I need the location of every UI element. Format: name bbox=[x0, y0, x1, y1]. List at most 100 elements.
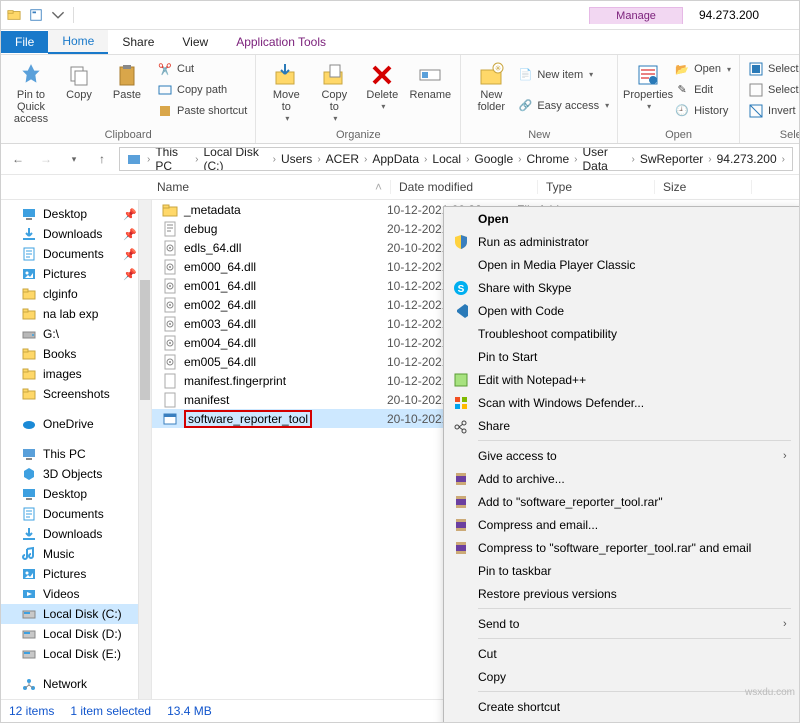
nav-item[interactable]: Downloads bbox=[1, 524, 151, 544]
nav-item[interactable]: clginfo bbox=[1, 284, 151, 304]
nav-scrollbar[interactable] bbox=[138, 200, 151, 705]
selectall-button[interactable]: Select all bbox=[746, 60, 800, 78]
column-headers[interactable]: Name ˄ Date modified Type Size bbox=[1, 175, 799, 200]
nav-item[interactable]: Music bbox=[1, 544, 151, 564]
context-item[interactable]: Send to› bbox=[444, 612, 799, 635]
nav-recent-button[interactable]: ▾ bbox=[63, 148, 85, 170]
qat-properties-icon[interactable] bbox=[29, 8, 43, 22]
context-item[interactable]: Edit with Notepad++ bbox=[444, 368, 799, 391]
nav-forward-button[interactable]: → bbox=[35, 148, 57, 170]
tab-home[interactable]: Home bbox=[48, 30, 108, 54]
tab-share[interactable]: Share bbox=[108, 31, 168, 53]
nav-scrollbar-thumb[interactable] bbox=[140, 280, 150, 400]
breadcrumb-seg[interactable]: Local Disk (C:) bbox=[201, 147, 269, 171]
context-item[interactable]: Copy bbox=[444, 665, 799, 688]
nav-back-button[interactable]: ← bbox=[7, 148, 29, 170]
context-item[interactable]: Share bbox=[444, 414, 799, 437]
context-item[interactable]: Compress and email... bbox=[444, 513, 799, 536]
newfolder-button[interactable]: ✳New folder bbox=[467, 57, 515, 113]
nav-item[interactable]: Local Disk (D:) bbox=[1, 624, 151, 644]
nav-item[interactable]: Local Disk (E:) bbox=[1, 644, 151, 664]
copypath-button[interactable]: Copy path bbox=[155, 81, 249, 99]
cut-button[interactable]: ✂️Cut bbox=[155, 60, 249, 78]
context-item[interactable]: Open bbox=[444, 207, 799, 230]
breadcrumb-seg[interactable]: 94.273.200 bbox=[715, 152, 779, 166]
nav-item[interactable]: OneDrive bbox=[1, 414, 151, 434]
copy-button[interactable]: Copy bbox=[55, 57, 103, 101]
nav-item[interactable]: Videos bbox=[1, 584, 151, 604]
newitem-button[interactable]: 📄New item▾ bbox=[515, 66, 611, 84]
pasteshortcut-button[interactable]: Paste shortcut bbox=[155, 102, 249, 120]
context-item[interactable]: Restore previous versions bbox=[444, 582, 799, 605]
context-item[interactable]: Run as administrator bbox=[444, 230, 799, 253]
nav-item[interactable]: Downloads📌 bbox=[1, 224, 151, 244]
breadcrumb-seg[interactable]: SwReporter bbox=[638, 152, 705, 166]
breadcrumb-seg[interactable]: Users bbox=[279, 152, 314, 166]
nav-item[interactable]: Pictures📌 bbox=[1, 264, 151, 284]
manage-tab[interactable]: Manage bbox=[589, 7, 683, 24]
col-name[interactable]: Name ˄ bbox=[149, 180, 391, 194]
nav-up-button[interactable]: ↑ bbox=[91, 148, 113, 170]
qat-dropdown-icon[interactable] bbox=[51, 8, 65, 22]
tab-file[interactable]: File bbox=[1, 31, 48, 53]
nav-item[interactable]: Books bbox=[1, 344, 151, 364]
edit-button[interactable]: ✎Edit bbox=[672, 81, 733, 99]
properties-button[interactable]: Properties▾ bbox=[624, 57, 672, 113]
tab-application-tools[interactable]: Application Tools bbox=[222, 31, 340, 53]
paste-button[interactable]: Paste bbox=[103, 57, 151, 101]
context-item[interactable]: Troubleshoot compatibility bbox=[444, 322, 799, 345]
breadcrumb[interactable]: › This PC›Local Disk (C:)›Users›ACER›App… bbox=[119, 147, 793, 171]
context-item[interactable]: Create shortcut bbox=[444, 695, 799, 718]
tab-view[interactable]: View bbox=[168, 31, 222, 53]
selectnone-button[interactable]: Select none bbox=[746, 81, 800, 99]
nav-item-label: Books bbox=[43, 347, 76, 361]
nav-item[interactable]: Pictures bbox=[1, 564, 151, 584]
history-button[interactable]: 🕘History bbox=[672, 102, 733, 120]
nav-tree[interactable]: Desktop📌Downloads📌Documents📌Pictures📌clg… bbox=[1, 200, 152, 705]
moveto-button[interactable]: Move to▾ bbox=[262, 57, 310, 125]
chevron-right-icon: › bbox=[705, 154, 714, 165]
nav-item[interactable]: 3D Objects bbox=[1, 464, 151, 484]
context-item[interactable]: Add to archive... bbox=[444, 467, 799, 490]
col-type[interactable]: Type bbox=[538, 180, 655, 194]
context-menu[interactable]: OpenRun as administratorOpen in Media Pl… bbox=[443, 206, 800, 723]
nav-item[interactable]: Documents📌 bbox=[1, 244, 151, 264]
context-item[interactable]: Open in Media Player Classic bbox=[444, 253, 799, 276]
easyaccess-button[interactable]: 🔗Easy access▾ bbox=[515, 97, 611, 115]
breadcrumb-seg[interactable]: Chrome bbox=[524, 152, 571, 166]
rename-button[interactable]: Rename bbox=[406, 57, 454, 101]
breadcrumb-seg[interactable]: Google bbox=[472, 152, 515, 166]
context-item[interactable]: Scan with Windows Defender... bbox=[444, 391, 799, 414]
col-modified[interactable]: Date modified bbox=[391, 180, 538, 194]
nav-item[interactable]: Documents bbox=[1, 504, 151, 524]
pin-quick-access-button[interactable]: Pin to Quick access bbox=[7, 57, 55, 125]
breadcrumb-seg[interactable]: Local bbox=[430, 152, 463, 166]
context-item[interactable]: Open with Code bbox=[444, 299, 799, 322]
context-item[interactable]: Pin to Start bbox=[444, 345, 799, 368]
context-item[interactable]: Give access to› bbox=[444, 444, 799, 467]
breadcrumb-seg[interactable]: User Data bbox=[581, 147, 629, 171]
breadcrumb-seg[interactable]: This PC bbox=[153, 147, 192, 171]
nav-item[interactable]: Screenshots bbox=[1, 384, 151, 404]
nav-item[interactable]: Local Disk (C:) bbox=[1, 604, 151, 624]
nav-item[interactable]: images bbox=[1, 364, 151, 384]
context-item[interactable]: Cut bbox=[444, 642, 799, 665]
context-item[interactable]: Compress to "software_reporter_tool.rar"… bbox=[444, 536, 799, 559]
copyto-button[interactable]: Copy to▾ bbox=[310, 57, 358, 125]
context-item[interactable]: Pin to taskbar bbox=[444, 559, 799, 582]
breadcrumb-seg[interactable]: AppData bbox=[370, 152, 421, 166]
nav-item[interactable]: Desktop bbox=[1, 484, 151, 504]
invert-button[interactable]: Invert selection bbox=[746, 102, 800, 120]
nav-item[interactable]: This PC bbox=[1, 444, 151, 464]
nav-item[interactable]: G:\ bbox=[1, 324, 151, 344]
context-item[interactable]: Add to "software_reporter_tool.rar" bbox=[444, 490, 799, 513]
col-size[interactable]: Size bbox=[655, 180, 752, 194]
open-button[interactable]: 📂Open▾ bbox=[672, 60, 733, 78]
breadcrumb-seg[interactable]: ACER bbox=[324, 152, 361, 166]
delete-button[interactable]: Delete▾ bbox=[358, 57, 406, 113]
context-item[interactable]: SShare with Skype bbox=[444, 276, 799, 299]
nav-item[interactable]: na lab exp bbox=[1, 304, 151, 324]
context-item[interactable]: Delete bbox=[444, 718, 799, 723]
nav-item[interactable]: Desktop📌 bbox=[1, 204, 151, 224]
nav-item[interactable]: Network bbox=[1, 674, 151, 694]
